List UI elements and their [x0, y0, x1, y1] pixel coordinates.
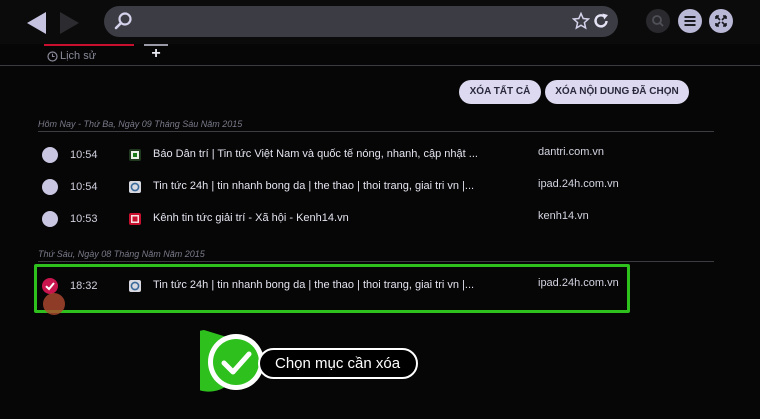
forward-arrow-icon[interactable]: [56, 10, 82, 36]
24h-favicon-icon: [129, 181, 141, 193]
clear-all-button[interactable]: XÓA TẤT CẢ: [459, 80, 541, 104]
page-domain: ipad.24h.com.vn: [538, 178, 619, 190]
history-row-selected[interactable]: 18:32 Tin tức 24h | tin nhanh bong da | …: [38, 271, 714, 301]
dantri-favicon-icon: [129, 149, 141, 161]
select-checkbox[interactable]: [42, 211, 58, 227]
tab-history-label: Lịch sử: [60, 50, 97, 62]
group-title-today: Hôm Nay - Thứ Ba, Ngày 09 Tháng Sáu Năm …: [38, 119, 243, 129]
kenh14-favicon-icon: [129, 213, 141, 225]
bookmark-star-icon[interactable]: [572, 12, 590, 30]
page-domain: dantri.com.vn: [538, 146, 605, 158]
address-bar[interactable]: [104, 6, 618, 37]
history-row[interactable]: 10:54 Báo Dân trí | Tin tức Việt Nam và …: [38, 140, 714, 170]
finger-tap-indicator: [43, 293, 65, 315]
group-divider: [38, 261, 714, 262]
group-divider: [38, 131, 714, 132]
page-title[interactable]: Báo Dân trí | Tin tức Việt Nam và quốc t…: [153, 148, 538, 160]
page-title[interactable]: Tin tức 24h | tin nhanh bong da | the th…: [153, 180, 538, 192]
visit-time: 10:54: [70, 149, 98, 161]
history-row[interactable]: 10:53 Kênh tin tức giải trí - Xã hội - K…: [38, 204, 714, 234]
hamburger-menu-icon: [684, 16, 696, 26]
page-domain: kenh14.vn: [538, 210, 589, 222]
page-title[interactable]: Kênh tin tức giải trí - Xã hội - Kenh14.…: [153, 212, 538, 224]
top-toolbar: [0, 0, 760, 44]
select-checkbox[interactable]: [42, 179, 58, 195]
checkmark-icon: [45, 282, 55, 291]
search-icon: [652, 15, 664, 27]
visit-time: 10:53: [70, 213, 98, 225]
callout-label: Chọn mục cần xóa: [258, 348, 418, 379]
back-arrow-icon[interactable]: [24, 10, 50, 36]
24h-favicon-icon: [129, 280, 141, 292]
select-checkbox[interactable]: [42, 147, 58, 163]
page-domain: ipad.24h.com.vn: [538, 277, 619, 289]
visit-time: 18:32: [70, 280, 98, 292]
tabs-divider: [0, 65, 760, 66]
fullscreen-icon: [715, 15, 727, 27]
fullscreen-button[interactable]: [709, 9, 733, 33]
reload-icon[interactable]: [592, 12, 610, 30]
search-button[interactable]: [646, 9, 670, 33]
clock-icon: [47, 51, 58, 62]
menu-button[interactable]: [678, 9, 702, 33]
group-title-past: Thứ Sáu, Ngày 08 Tháng Năm Năm 2015: [38, 249, 205, 259]
visit-time: 10:54: [70, 181, 98, 193]
search-icon: [114, 12, 132, 30]
history-row[interactable]: 10:54 Tin tức 24h | tin nhanh bong da | …: [38, 172, 714, 202]
tab-history[interactable]: Lịch sử: [44, 44, 134, 66]
page-title[interactable]: Tin tức 24h | tin nhanh bong da | the th…: [153, 279, 538, 291]
new-tab-button[interactable]: +: [144, 44, 168, 64]
clear-selected-button[interactable]: XÓA NỘI DUNG ĐÃ CHỌN: [545, 80, 689, 104]
select-checkbox-checked[interactable]: [42, 278, 58, 294]
